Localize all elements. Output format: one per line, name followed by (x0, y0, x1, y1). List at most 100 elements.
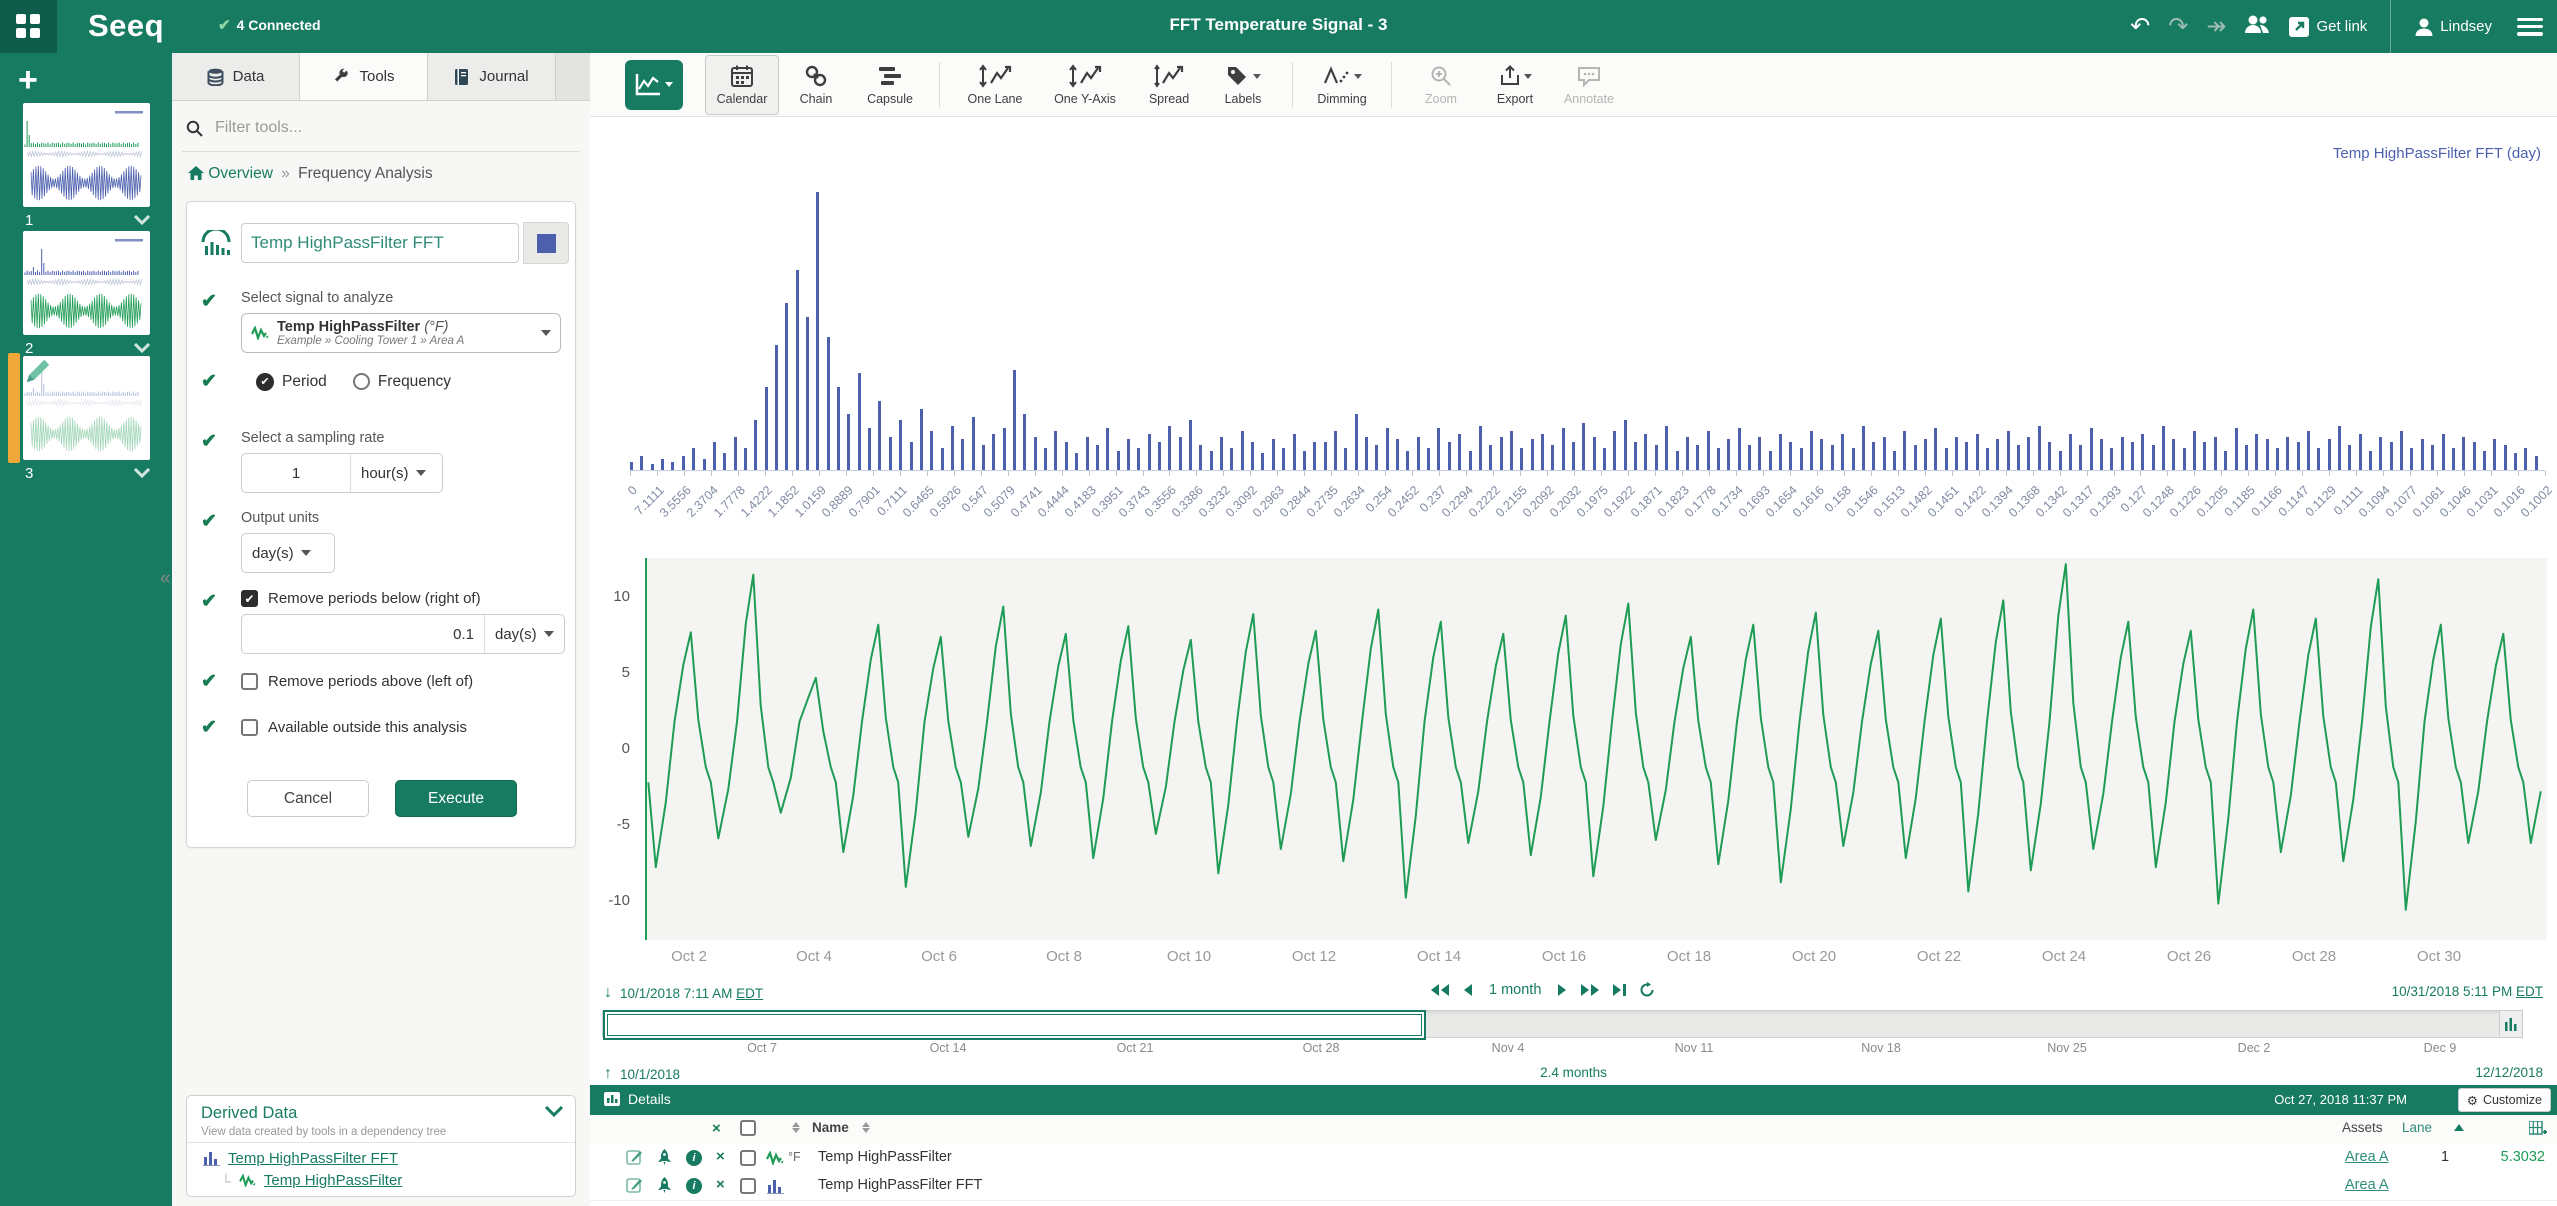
column-name-header[interactable]: Name (812, 1120, 849, 1135)
redo-icon[interactable]: ↷ (2168, 15, 2188, 39)
sampling-rate-input[interactable]: 1 (242, 454, 350, 492)
color-swatch-button[interactable] (523, 222, 569, 264)
timeline-selection[interactable] (603, 1010, 1426, 1040)
undo-icon[interactable]: ↶ (2130, 15, 2150, 39)
apps-grid-button[interactable] (0, 0, 57, 53)
toolbar-calendar-button[interactable]: Calendar (705, 55, 779, 115)
worksheet-thumbnail-3[interactable] (23, 356, 150, 460)
fft-bar (2338, 426, 2341, 471)
available-outside-checkbox[interactable] (241, 719, 258, 736)
worksheet-thumbnail-2[interactable] (23, 231, 150, 335)
collapse-sidebar-handle[interactable]: « (160, 568, 171, 590)
remove-row-icon[interactable]: × (716, 1176, 725, 1193)
user-menu[interactable]: Lindsey (2414, 17, 2492, 37)
remove-all-icon[interactable]: × (712, 1120, 721, 1137)
investigate-timeline[interactable] (602, 1010, 2522, 1038)
edit-row-icon[interactable] (626, 1148, 644, 1170)
connection-status[interactable]: ✔4 Connected (218, 16, 321, 34)
signal-select[interactable]: Temp HighPassFilter (°F) Example » Cooli… (241, 313, 561, 353)
get-link-button[interactable]: Get link (2288, 16, 2367, 38)
chevron-down-icon[interactable] (134, 468, 150, 478)
toolbar-zoom-button[interactable]: Zoom (1404, 55, 1478, 115)
remove-below-checkbox[interactable]: ✔ (241, 590, 258, 607)
info-icon[interactable]: i (686, 1178, 702, 1194)
cancel-button[interactable]: Cancel (247, 780, 369, 817)
toolbar-export-button[interactable]: Export (1478, 55, 1552, 115)
users-icon[interactable] (2244, 14, 2270, 39)
sampling-unit-select[interactable]: hour(s) (350, 454, 436, 492)
toolbar-button-label: Dimming (1317, 92, 1366, 106)
filter-tools-input[interactable] (213, 118, 547, 138)
seeq-logo[interactable]: Seeq (88, 8, 164, 44)
step-forward-button[interactable] (1557, 983, 1568, 997)
breadcrumb-overview-link[interactable]: Overview (208, 165, 273, 182)
refresh-button[interactable] (1639, 982, 1655, 998)
timeline-options-button[interactable] (2499, 1010, 2523, 1038)
row-checkbox[interactable] (740, 1150, 756, 1166)
derived-item-link[interactable]: Temp HighPassFilter FFT (228, 1150, 398, 1167)
investigate-end-link[interactable]: 12/12/2018 (2475, 1065, 2543, 1080)
info-icon[interactable]: i (686, 1150, 702, 1166)
view-mode-button[interactable] (625, 60, 683, 110)
chevron-down-icon[interactable] (134, 343, 150, 353)
edit-row-icon[interactable] (626, 1176, 644, 1198)
derived-item-link[interactable]: Temp HighPassFilter (264, 1172, 402, 1189)
step-back-fast-button[interactable] (1430, 983, 1450, 997)
fft-bar (1158, 442, 1161, 470)
sort-icon[interactable] (862, 1122, 870, 1133)
remove-row-icon[interactable]: × (716, 1148, 725, 1165)
row-asset-link[interactable]: Area A (2345, 1177, 2389, 1193)
radio-period[interactable]: ✔ Period (256, 373, 327, 391)
redo-all-icon[interactable]: ↠ (2206, 15, 2226, 39)
tab-tools[interactable]: Tools (300, 53, 428, 100)
rocket-icon[interactable] (656, 1148, 673, 1170)
toolbar-chain-button[interactable]: Chain (779, 55, 853, 115)
column-assets-header[interactable]: Assets (2342, 1120, 2383, 1135)
toolbar-one-y-axis-button[interactable]: One Y-Axis (1038, 55, 1132, 115)
tab-data[interactable]: Data (172, 53, 300, 100)
dimming-icon (1323, 63, 1362, 89)
investigate-duration[interactable]: 2.4 months (590, 1065, 2557, 1080)
output-unit-select[interactable]: day(s) (242, 534, 321, 572)
execute-button[interactable]: Execute (395, 780, 517, 817)
sort-icon[interactable] (792, 1122, 800, 1133)
remove-above-label: Remove periods above (left of) (268, 673, 473, 690)
range-start-link[interactable]: ↓ 10/1/2018 7:11 AM EDT (604, 984, 763, 1002)
hamburger-menu-icon[interactable] (2517, 18, 2543, 36)
column-lane-header[interactable]: Lane (2402, 1120, 2432, 1135)
worksheet-thumbnail-1[interactable] (23, 103, 150, 207)
fft-bar-chart[interactable] (630, 130, 2545, 470)
toolbar-dimming-button[interactable]: Dimming (1305, 55, 1379, 115)
mini-bars-icon (2505, 1017, 2517, 1031)
series-line-chart[interactable] (645, 558, 2547, 940)
toolbar-capsule-button[interactable]: Capsule (853, 55, 927, 115)
toolbar-labels-button[interactable]: Labels (1206, 55, 1280, 115)
customize-button[interactable]: ⚙ Customize (2458, 1088, 2551, 1112)
chevron-down-icon[interactable] (134, 215, 150, 225)
step-forward-fast-button[interactable] (1580, 983, 1600, 997)
add-column-icon[interactable] (2529, 1121, 2547, 1137)
rocket-icon[interactable] (656, 1176, 673, 1198)
row-checkbox[interactable] (740, 1178, 756, 1194)
range-end-link[interactable]: 10/31/2018 5:11 PM EDT (2392, 984, 2543, 999)
toolbar-annotate-button[interactable]: Annotate (1552, 55, 1626, 115)
tool-name-input[interactable] (241, 223, 519, 263)
toolbar-one-lane-button[interactable]: One Lane (952, 55, 1038, 115)
divider (939, 62, 940, 108)
row-asset-link[interactable]: Area A (2345, 1149, 2389, 1165)
remove-below-unit-select[interactable]: day(s) (484, 615, 564, 653)
step-back-button[interactable] (1462, 983, 1473, 997)
duration-selector[interactable]: 1 month (1489, 982, 1541, 998)
step-to-end-button[interactable] (1612, 983, 1627, 997)
select-all-checkbox[interactable] (740, 1120, 756, 1136)
toolbar-spread-button[interactable]: Spread (1132, 55, 1206, 115)
tab-journal[interactable]: Journal (428, 53, 556, 100)
home-icon[interactable] (188, 166, 204, 180)
add-worksheet-button[interactable]: + (18, 63, 38, 97)
remove-below-input[interactable]: 0.1 (242, 615, 484, 653)
toolbar-button-label: Spread (1149, 92, 1189, 106)
range-end-tz: EDT (2516, 984, 2543, 999)
remove-above-checkbox[interactable] (241, 673, 258, 690)
chevron-down-icon[interactable] (545, 1106, 563, 1117)
radio-frequency[interactable]: Frequency (353, 373, 451, 391)
